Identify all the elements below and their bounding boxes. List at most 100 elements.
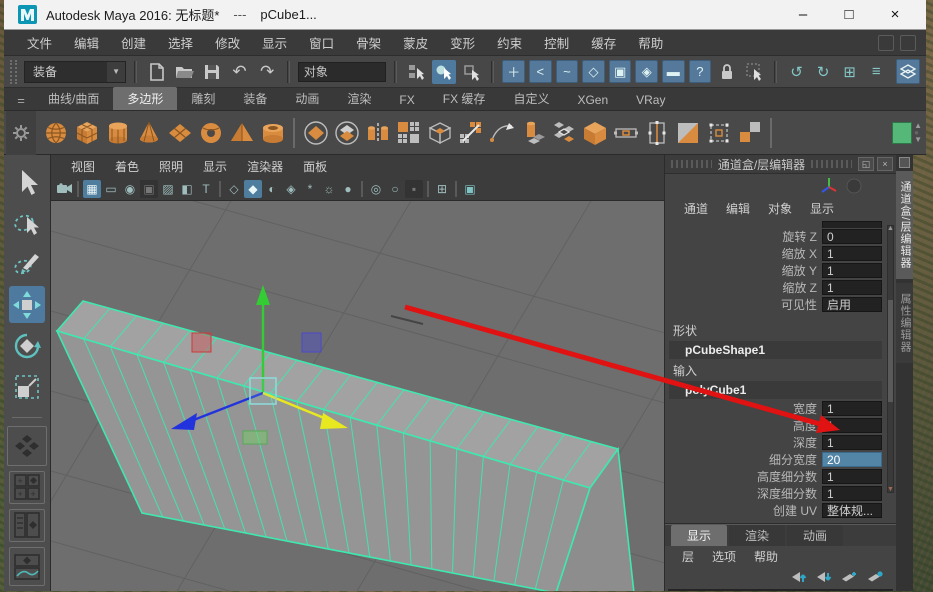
channel-value-field[interactable]: 1	[822, 485, 882, 501]
channel-value-field[interactable]: 0	[822, 228, 882, 244]
separator[interactable]	[286, 60, 290, 83]
channel-value-field[interactable]: 1	[822, 279, 882, 295]
channel-label[interactable]: 缩放 Y	[669, 262, 817, 279]
channel-label[interactable]: 旋转 Z	[669, 228, 817, 245]
channel-label[interactable]: 细分宽度	[669, 451, 817, 468]
poly-cone-icon[interactable]	[133, 116, 164, 150]
layer-tab-render[interactable]: 渲染	[729, 525, 786, 547]
manipulator-plane-y[interactable]	[242, 430, 268, 445]
paint-select-tool[interactable]	[9, 245, 45, 282]
film-gate-icon[interactable]: ▭	[102, 180, 120, 198]
workspace-search-icon[interactable]	[878, 34, 894, 51]
multi-cut-icon[interactable]	[703, 116, 734, 150]
exposure-icon[interactable]: ▪	[405, 179, 423, 198]
bevel-icon[interactable]	[672, 116, 703, 150]
layout-persp-graph-button[interactable]	[9, 546, 45, 587]
poly-cube-icon[interactable]	[71, 116, 102, 150]
quad-draw-icon[interactable]	[455, 116, 486, 150]
output-connections-icon[interactable]: ↻	[812, 60, 835, 83]
viewport-menu-view[interactable]: 视图	[61, 158, 105, 175]
default-lighting-icon[interactable]: ☼	[320, 180, 338, 198]
shelf-tab-polygons[interactable]: 多边形	[113, 87, 178, 110]
menu-windows[interactable]: 窗口	[298, 30, 345, 55]
lock-icon[interactable]	[715, 60, 739, 84]
input-connections-icon[interactable]: ↺	[785, 60, 808, 83]
channel-value-field[interactable]: 1	[822, 262, 882, 278]
manipulator-plane-z[interactable]	[301, 332, 322, 353]
separator[interactable]	[134, 60, 138, 83]
viewport-menu-renderer[interactable]: 渲染器	[237, 158, 293, 175]
layer-tab-anim[interactable]: 动画	[787, 525, 844, 547]
panel-maximize-icon[interactable]: ◱	[858, 157, 874, 172]
shelf-tab-xgen[interactable]: XGen	[563, 90, 622, 110]
minimize-button[interactable]: –	[780, 0, 826, 30]
channel-label[interactable]: 高度细分数	[669, 468, 817, 485]
dock-tab-channel-box[interactable]: 通道盒/层编辑器	[896, 171, 913, 280]
channel-value-field[interactable]: 1	[822, 417, 882, 433]
smooth-icon[interactable]	[393, 116, 424, 150]
save-scene-button[interactable]	[200, 60, 224, 84]
help-highlight-icon[interactable]: ?	[688, 60, 712, 83]
workspace-layout-icon[interactable]	[900, 34, 916, 51]
shape-node-item[interactable]: pCubeShape1	[669, 340, 882, 359]
poly-torus-icon[interactable]	[195, 116, 226, 150]
toolbar-grip[interactable]	[10, 59, 17, 84]
select-tool[interactable]	[9, 163, 45, 200]
panel-grip[interactable]	[811, 160, 852, 169]
menu-skeleton[interactable]: 骨架	[345, 30, 392, 55]
scale-tool[interactable]	[9, 368, 45, 405]
textured-icon[interactable]: ◈	[282, 180, 300, 198]
new-layer-from-selected-icon[interactable]	[867, 571, 884, 584]
menu-modify[interactable]: 修改	[204, 30, 251, 55]
channel-value-field[interactable]: 整体规...	[822, 502, 882, 518]
isolate-select-icon[interactable]: ⊞	[433, 180, 451, 198]
gate-mask-icon[interactable]: ▣	[140, 179, 158, 198]
shelf-tab-custom[interactable]: 自定义	[499, 87, 563, 110]
channel-label[interactable]: 缩放 X	[669, 245, 817, 262]
shelf-tab-rendering[interactable]: 渲染	[333, 87, 385, 110]
poly-pyramid-icon[interactable]	[226, 116, 257, 150]
motion-blur-icon[interactable]: ○	[386, 180, 404, 198]
poly-sphere-icon[interactable]	[40, 116, 71, 150]
shelf-tab-fx-caching[interactable]: FX 缓存	[429, 87, 500, 110]
open-scene-button[interactable]	[173, 60, 197, 84]
shelf-tab-rigging[interactable]: 装备	[229, 87, 281, 110]
scroll-down-icon[interactable]: ▼	[887, 486, 894, 493]
snap-to-point-icon[interactable]: ~	[555, 60, 579, 83]
tear-off-panel-icon[interactable]: ▣	[461, 180, 479, 198]
undo-button[interactable]: ↶	[228, 60, 252, 84]
shadows-icon[interactable]: ●	[339, 180, 357, 198]
le-menu-help[interactable]: 帮助	[745, 548, 787, 565]
menu-display[interactable]: 显示	[251, 30, 298, 55]
menu-file[interactable]: 文件	[16, 30, 63, 55]
cb-menu-edit[interactable]: 编辑	[717, 200, 759, 217]
menu-control[interactable]: 控制	[533, 30, 580, 55]
bridge-icon[interactable]	[548, 116, 579, 150]
maximize-button[interactable]: □	[826, 0, 872, 30]
shelf-tab-curves[interactable]: 曲线/曲面	[34, 87, 113, 110]
display-layers-icon[interactable]	[895, 59, 921, 84]
manipulator-arrow-y[interactable]	[256, 285, 270, 305]
insert-edge-loop-icon[interactable]	[641, 116, 672, 150]
separator[interactable]	[774, 60, 778, 83]
wireframe-on-shaded-icon[interactable]: ◐	[263, 180, 281, 198]
subdiv-proxy-icon[interactable]	[424, 116, 455, 150]
channel-label[interactable]: 创建 UV	[669, 502, 817, 519]
shelf-tab-sculpting[interactable]: 雕刻	[177, 87, 229, 110]
panel-close-icon[interactable]: ×	[877, 157, 893, 172]
channel-value-field[interactable]: 1	[822, 468, 882, 484]
viewport-menu-lighting[interactable]: 照明	[149, 158, 193, 175]
move-layer-up-icon[interactable]	[791, 571, 807, 584]
channel-label[interactable]: 深度细分数	[669, 485, 817, 502]
shelf-gear-icon[interactable]	[6, 110, 36, 155]
cb-menu-show[interactable]: 显示	[801, 200, 843, 217]
manipulator-plane-x[interactable]	[191, 332, 212, 353]
snap-to-grid-icon[interactable]: ＋	[502, 60, 526, 83]
new-empty-layer-icon[interactable]	[841, 571, 858, 584]
new-scene-button[interactable]	[145, 60, 169, 84]
menu-edit[interactable]: 编辑	[63, 30, 110, 55]
wireframe-icon[interactable]: ◇	[225, 180, 243, 198]
resolution-gate-icon[interactable]: ◉	[121, 180, 139, 198]
viewport-menu-shading[interactable]: 着色	[105, 158, 149, 175]
layout-single-pane-button[interactable]	[7, 426, 47, 466]
